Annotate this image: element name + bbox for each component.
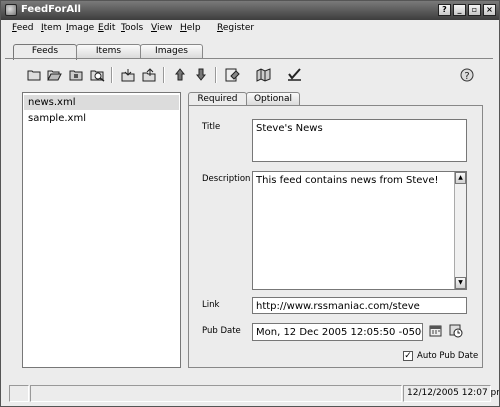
import-button[interactable] xyxy=(119,66,137,83)
pubdate-field[interactable]: Mon, 12 Dec 2005 12:05:50 -0500 xyxy=(252,323,423,341)
svg-text:?: ? xyxy=(464,71,469,82)
description-scrollbar[interactable]: ▲ ▼ xyxy=(454,172,466,289)
context-help-button[interactable]: ? xyxy=(438,4,451,16)
scroll-up-button[interactable]: ▲ xyxy=(455,172,466,184)
preview-feed-icon xyxy=(90,68,105,82)
auto-pub-date-checkbox[interactable]: ✓ xyxy=(403,351,413,361)
calendar-icon xyxy=(429,324,442,340)
export-button[interactable] xyxy=(140,66,158,83)
status-segment xyxy=(30,385,402,402)
close-button[interactable]: × xyxy=(483,4,496,16)
toolbar-separator xyxy=(215,67,217,83)
tab-optional[interactable]: Optional xyxy=(246,92,300,106)
validate-button[interactable] xyxy=(223,66,241,83)
toolbar: ? xyxy=(22,65,484,85)
new-feed-icon xyxy=(27,68,41,81)
toolbar-separator xyxy=(111,67,113,83)
save-feed-button[interactable] xyxy=(67,66,85,83)
check-icon xyxy=(287,67,302,82)
check-button[interactable] xyxy=(285,66,303,83)
help-button[interactable]: ? xyxy=(458,66,476,83)
set-now-button[interactable] xyxy=(447,324,464,340)
title-label: Title xyxy=(202,122,221,132)
tab-panel-border xyxy=(5,58,493,59)
publish-icon xyxy=(256,67,271,82)
description-text: This feed contains news from Steve! xyxy=(256,175,439,186)
app-logo-icon xyxy=(5,4,17,16)
feed-editor-panel: Title Steve's News Description This feed… xyxy=(188,105,483,368)
menu-image[interactable]: Image xyxy=(66,23,94,33)
menu-view[interactable]: View xyxy=(151,23,172,33)
clock-icon xyxy=(449,324,463,341)
validate-icon xyxy=(225,68,240,82)
menu-register[interactable]: Register xyxy=(217,23,254,33)
tab-images[interactable]: Images xyxy=(140,44,203,59)
menu-bar: Feed Item Image Edit Tools View Help Reg… xyxy=(1,21,499,37)
import-icon xyxy=(121,68,136,82)
new-feed-button[interactable] xyxy=(25,66,43,83)
menu-feed[interactable]: Feed xyxy=(12,23,33,33)
toolbar-separator xyxy=(163,67,165,83)
calendar-button[interactable] xyxy=(427,324,444,340)
move-down-icon xyxy=(196,68,206,81)
save-feed-icon xyxy=(69,68,83,81)
preview-feed-button[interactable] xyxy=(88,66,106,83)
menu-edit[interactable]: Edit xyxy=(98,23,115,33)
status-segment xyxy=(9,385,29,402)
move-up-icon xyxy=(175,68,185,81)
link-field[interactable]: http://www.rssmaniac.com/steve xyxy=(252,297,467,314)
open-feed-button[interactable] xyxy=(45,66,63,83)
help-icon: ? xyxy=(460,68,474,82)
editor-tabs: Required Optional xyxy=(188,92,300,107)
scroll-down-button[interactable]: ▼ xyxy=(455,277,466,289)
tab-items[interactable]: Items xyxy=(76,44,141,59)
list-item[interactable]: sample.xml xyxy=(24,111,179,126)
feed-file-list[interactable]: news.xml sample.xml xyxy=(22,92,181,368)
title-bar: FeedForAll ? _ ▫ × xyxy=(1,1,499,20)
list-item[interactable]: news.xml xyxy=(24,95,179,110)
main-tabs: Feeds Items Images xyxy=(13,44,203,60)
app-window: FeedForAll ? _ ▫ × Feed Item Image Edit … xyxy=(0,0,500,407)
minimize-button[interactable]: _ xyxy=(453,4,466,16)
menu-help[interactable]: Help xyxy=(180,23,201,33)
title-field[interactable]: Steve's News xyxy=(252,119,467,162)
menu-item[interactable]: Item xyxy=(41,23,62,33)
move-down-button[interactable] xyxy=(192,66,210,83)
status-datetime: 12/12/2005 12:07 pm xyxy=(403,385,499,402)
status-bar: 12/12/2005 12:07 pm xyxy=(1,382,499,406)
move-up-button[interactable] xyxy=(171,66,189,83)
pubdate-label: Pub Date xyxy=(202,326,241,336)
menu-tools[interactable]: Tools xyxy=(121,23,143,33)
window-title: FeedForAll xyxy=(21,4,81,15)
auto-pub-date-label: Auto Pub Date xyxy=(417,351,479,361)
open-feed-icon xyxy=(46,68,62,81)
export-icon xyxy=(142,67,157,82)
publish-button[interactable] xyxy=(254,66,272,83)
link-label: Link xyxy=(202,300,220,310)
restore-button[interactable]: ▫ xyxy=(468,4,481,16)
description-field[interactable]: This feed contains news from Steve! ▲ ▼ xyxy=(252,171,467,290)
description-label: Description xyxy=(202,174,251,184)
